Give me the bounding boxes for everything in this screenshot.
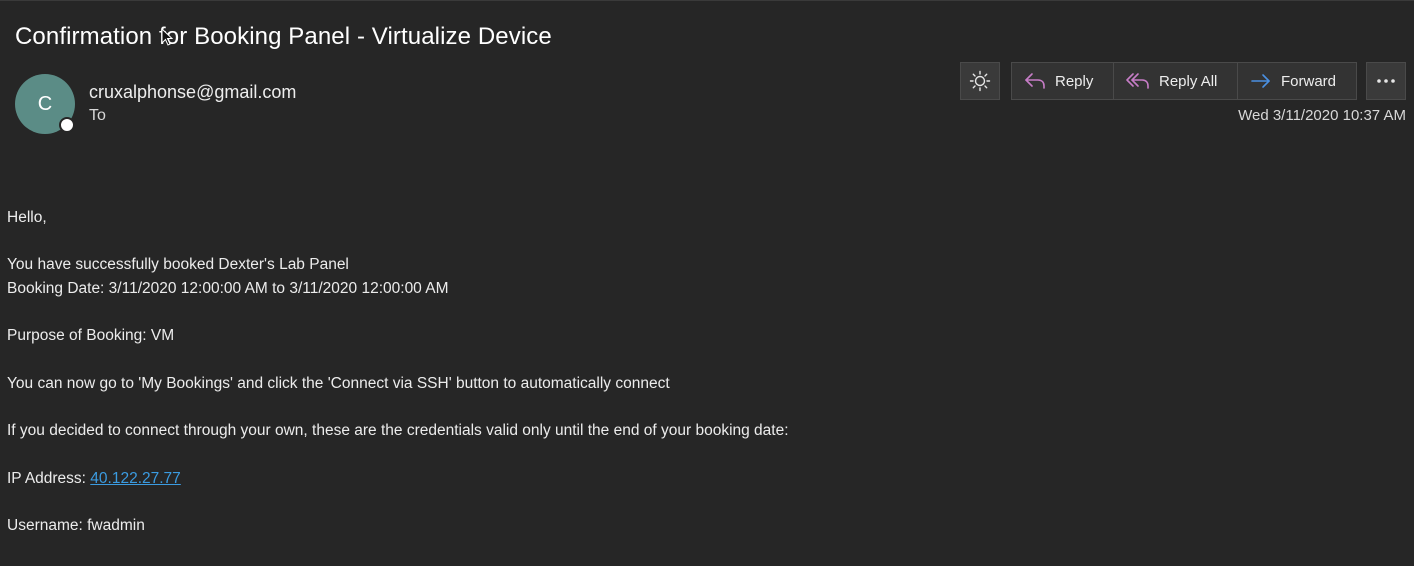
email-timestamp: Wed 3/11/2020 10:37 AM <box>1238 107 1406 124</box>
ip-address-label: IP Address: <box>7 469 91 487</box>
reply-all-icon <box>1126 72 1150 90</box>
reply-actions-group: Reply Reply All Forward <box>1011 62 1357 100</box>
reply-button[interactable]: Reply <box>1012 63 1114 99</box>
booking-date-text: Booking Date: 3/11/2020 12:00:00 AM to 3… <box>7 280 449 298</box>
forward-icon <box>1250 72 1272 90</box>
avatar-initial: C <box>37 92 53 115</box>
reply-label: Reply <box>1055 72 1094 90</box>
more-icon <box>1377 79 1395 83</box>
email-body: Hello, You have successfully booked Dext… <box>7 206 1397 538</box>
credentials-intro-text: If you decided to connect through your o… <box>7 422 789 440</box>
reply-icon <box>1024 72 1046 90</box>
ip-address-line: IP Address: 40.122.27.77 <box>7 467 1397 491</box>
greeting-text: Hello, <box>7 209 47 226</box>
booking-confirmation-text: You have successfully booked Dexter's La… <box>7 256 349 274</box>
presence-indicator <box>59 117 75 133</box>
reply-all-label: Reply All <box>1159 72 1218 90</box>
mouse-cursor-icon <box>161 28 173 46</box>
more-actions-button[interactable] <box>1366 62 1406 100</box>
forward-button[interactable]: Forward <box>1238 63 1356 99</box>
username-text: Username: fwadmin <box>7 517 145 535</box>
recipient-label[interactable]: To <box>89 107 106 125</box>
email-subject: Confirmation for Booking Panel - Virtual… <box>15 23 552 50</box>
toggle-theme-button[interactable] <box>960 62 1000 100</box>
sender-address[interactable]: cruxalphonse@gmail.com <box>89 82 296 103</box>
reply-all-button[interactable]: Reply All <box>1114 63 1238 99</box>
email-reading-pane: Confirmation for Booking Panel - Virtual… <box>0 0 1414 566</box>
connect-instructions-text: You can now go to 'My Bookings' and clic… <box>7 374 670 392</box>
sun-icon <box>969 70 991 92</box>
ip-address-link[interactable]: 40.122.27.77 <box>90 470 181 487</box>
forward-label: Forward <box>1281 72 1337 90</box>
booking-purpose-text: Purpose of Booking: VM <box>7 327 175 345</box>
